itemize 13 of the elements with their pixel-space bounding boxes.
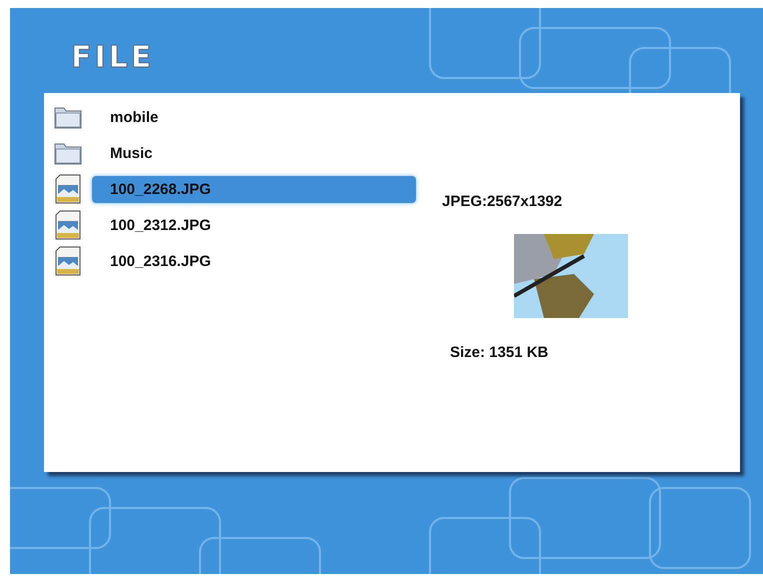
- folder-icon: [54, 105, 82, 129]
- file-list-item[interactable]: 100_2312.JPG: [92, 212, 416, 238]
- file-list-item[interactable]: Music: [92, 140, 416, 166]
- screen-title: FILE: [70, 39, 156, 77]
- file-size-text: Size: 1351 KB: [450, 344, 550, 361]
- image-file-icon: [54, 174, 82, 204]
- file-list-item[interactable]: 100_2268.JPG: [92, 176, 416, 202]
- image-file-icon: [54, 246, 82, 276]
- image-format-text: JPEG:2567x1392: [442, 193, 564, 210]
- file-list-item[interactable]: 100_2316.JPG: [92, 248, 416, 274]
- image-file-icon: [54, 210, 82, 240]
- file-list-item[interactable]: mobile: [92, 104, 416, 130]
- folder-icon: [54, 141, 82, 165]
